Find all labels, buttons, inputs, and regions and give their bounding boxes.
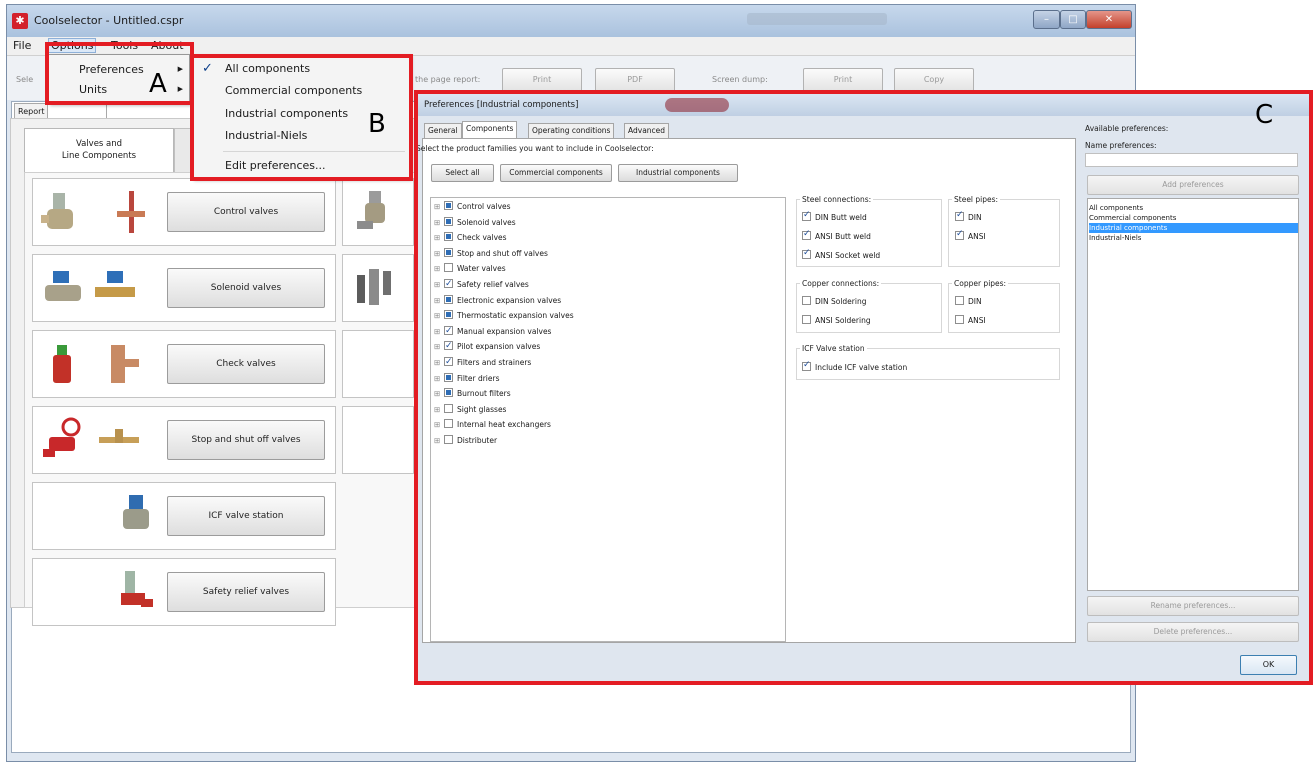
toolbar-label-screen-dump: Screen dump:: [712, 75, 768, 84]
callout-label-b: B: [368, 109, 386, 139]
callout-box-c: [414, 90, 1313, 685]
solenoid-valve-image-2: [95, 271, 135, 297]
minimize-icon[interactable]: –: [1033, 10, 1060, 29]
stop-valve-image-2: [99, 429, 139, 443]
valve-card-icf: ICF valve station: [32, 482, 336, 550]
close-icon[interactable]: ✕: [1086, 10, 1132, 29]
solenoid-valve-image: [45, 271, 81, 301]
valve-card-stop: Stop and shut off valves: [32, 406, 336, 474]
tab-valves-line-components[interactable]: Valves and Line Components: [24, 128, 174, 174]
menu-file[interactable]: File: [13, 39, 31, 52]
title-bar: ✱ Coolselector - Untitled.cspr – □ ✕: [7, 5, 1135, 37]
check-valves-button[interactable]: Check valves: [167, 344, 325, 384]
blurred-title-text: [747, 13, 887, 25]
maximize-icon[interactable]: □: [1060, 10, 1086, 29]
control-valves-button[interactable]: Control valves: [167, 192, 325, 232]
print-screen-button[interactable]: Print: [803, 68, 883, 92]
pdf-button[interactable]: PDF: [595, 68, 675, 92]
app-icon: ✱: [12, 13, 28, 29]
valve-image-right-2: [357, 269, 391, 305]
check-valve-image-2: [111, 345, 139, 383]
valve-card-right-2: [342, 254, 414, 322]
safety-relief-valves-button[interactable]: Safety relief valves: [167, 572, 325, 612]
icf-valve-station-button[interactable]: ICF valve station: [167, 496, 325, 536]
valve-card-check: Check valves: [32, 330, 336, 398]
callout-label-c: C: [1255, 100, 1274, 130]
valve-card-control: Control valves: [32, 178, 336, 246]
check-valve-image: [53, 345, 71, 383]
toolbar-label-select: Sele: [16, 75, 34, 84]
valve-card-solenoid: Solenoid valves: [32, 254, 336, 322]
valve-card-right-3: [342, 330, 414, 398]
window-title: Coolselector - Untitled.cspr: [34, 14, 184, 27]
callout-box-a: [45, 42, 194, 105]
stop-shut-off-valves-button[interactable]: Stop and shut off valves: [167, 420, 325, 460]
print-report-button[interactable]: Print: [502, 68, 582, 92]
safety-valve-image: [121, 571, 153, 607]
valve-image-right-1: [357, 191, 385, 229]
callout-label-a: A: [149, 69, 167, 99]
solenoid-valves-button[interactable]: Solenoid valves: [167, 268, 325, 308]
valve-card-safety: Safety relief valves: [32, 558, 336, 626]
icf-valve-image: [123, 495, 149, 529]
category-tab-line2: Line Components: [61, 151, 137, 161]
copy-button[interactable]: Copy: [894, 68, 974, 92]
stop-valve-image: [43, 417, 81, 457]
valve-card-right-4: [342, 406, 414, 474]
category-tab-line1: Valves and: [75, 139, 123, 149]
control-valve-image: [41, 193, 73, 229]
valve-card-right-1: [342, 178, 414, 246]
toolbar-label-page-report: the page report:: [415, 75, 481, 84]
control-valve-image-2: [117, 191, 145, 233]
